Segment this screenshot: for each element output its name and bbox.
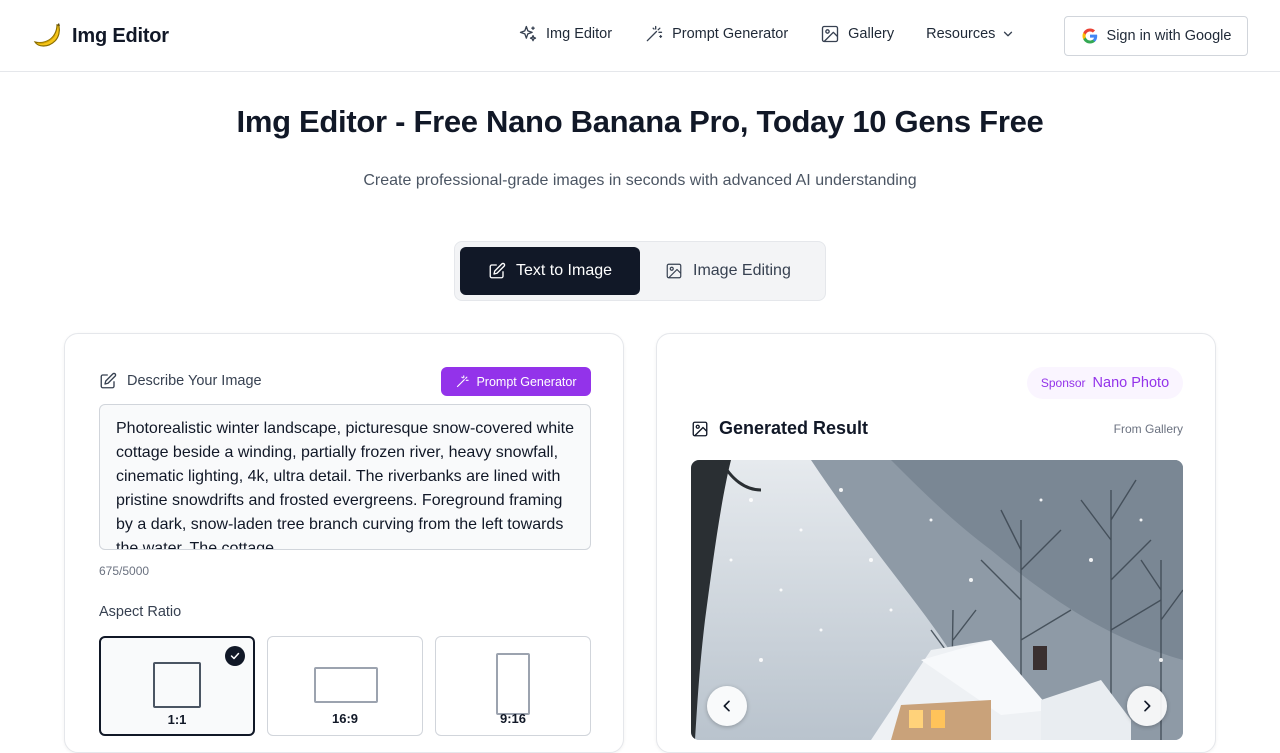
page-title: Img Editor - Free Nano Banana Pro, Today… — [236, 104, 1044, 139]
result-title-text: Generated Result — [719, 418, 869, 438]
sponsor-name: Nano Photo — [1092, 375, 1170, 391]
check-icon — [225, 646, 245, 666]
landscape-shape-icon — [314, 667, 378, 703]
describe-label-text: Describe Your Image — [127, 373, 262, 389]
next-image-button[interactable] — [1127, 686, 1167, 726]
nav-resources-label: Resources — [926, 26, 996, 42]
result-title: Generated Result — [691, 418, 868, 439]
prompt-text: Photorealistic winter landscape, picture… — [116, 420, 575, 550]
aspect-ratio-1-1[interactable]: 1:1 — [99, 636, 255, 736]
tab-image-editing-label: Image Editing — [693, 262, 791, 279]
result-panel: Sponsor Nano Photo Generated Result From… — [656, 333, 1216, 753]
prompt-generator-button-label: Prompt Generator — [476, 374, 577, 389]
ratio-label: 9:16 — [499, 711, 527, 726]
chevron-right-icon — [1144, 700, 1151, 712]
aspect-ratio-9-16[interactable]: 9:16 — [435, 636, 591, 736]
ratio-label: 16:9 — [331, 711, 359, 726]
nav-prompt-generator[interactable]: Prompt Generator — [644, 24, 788, 44]
nav-gallery-label: Gallery — [848, 26, 895, 42]
tab-image-editing[interactable]: Image Editing — [665, 247, 815, 295]
square-shape-icon — [153, 662, 201, 708]
tab-text-to-image[interactable]: Text to Image — [460, 247, 640, 295]
signin-label: Sign in with Google — [1106, 28, 1232, 44]
nav-prompt-generator-label: Prompt Generator — [672, 26, 789, 42]
chevron-left-icon — [723, 700, 730, 712]
sparkles-icon — [519, 25, 537, 42]
aspect-ratio-label: Aspect Ratio — [99, 604, 182, 620]
sponsor-badge[interactable]: Sponsor Nano Photo — [1027, 367, 1183, 399]
edit-icon — [100, 372, 117, 389]
nav-img-editor[interactable]: Img Editor — [518, 24, 612, 44]
mode-switcher: Text to Image Image Editing — [454, 241, 826, 301]
edit-icon — [489, 262, 506, 279]
describe-label: Describe Your Image — [99, 372, 262, 390]
logo-text: Img Editor — [72, 24, 169, 47]
prompt-panel: Describe Your Image Prompt Generator Pho… — [64, 333, 624, 753]
prompt-generator-button[interactable]: Prompt Generator — [441, 367, 591, 396]
prompt-textarea[interactable]: Photorealistic winter landscape, picture… — [99, 404, 591, 550]
main-nav: Img Editor Prompt Generator Gallery Reso… — [518, 24, 1015, 44]
nav-gallery[interactable]: Gallery — [820, 24, 894, 44]
image-icon — [692, 421, 708, 436]
top-navbar: Img Editor Img Editor Prompt Generator G… — [0, 0, 1280, 72]
google-signin-button[interactable]: Sign in with Google — [1064, 16, 1248, 56]
image-icon — [821, 25, 839, 43]
sponsor-tag: Sponsor — [1040, 376, 1086, 390]
from-gallery-link[interactable]: From Gallery — [1077, 422, 1183, 436]
image-icon — [666, 263, 682, 279]
tab-text-to-image-label: Text to Image — [515, 262, 613, 279]
chevron-down-icon — [1004, 31, 1013, 37]
google-icon — [1082, 28, 1097, 44]
aspect-ratio-16-9[interactable]: 16:9 — [267, 636, 423, 736]
magic-wand-icon — [646, 25, 663, 42]
nav-img-editor-label: Img Editor — [546, 26, 613, 42]
magic-wand-icon — [457, 375, 470, 388]
logo[interactable]: Img Editor — [32, 22, 169, 50]
nav-resources-dropdown[interactable]: Resources — [926, 26, 1015, 42]
char-count: 675/5000 — [99, 564, 150, 578]
portrait-shape-icon — [496, 653, 530, 715]
generated-image — [691, 460, 1183, 740]
previous-image-button[interactable] — [707, 686, 747, 726]
page-subtitle: Create professional-grade images in seco… — [363, 172, 917, 189]
banana-icon — [33, 23, 60, 47]
